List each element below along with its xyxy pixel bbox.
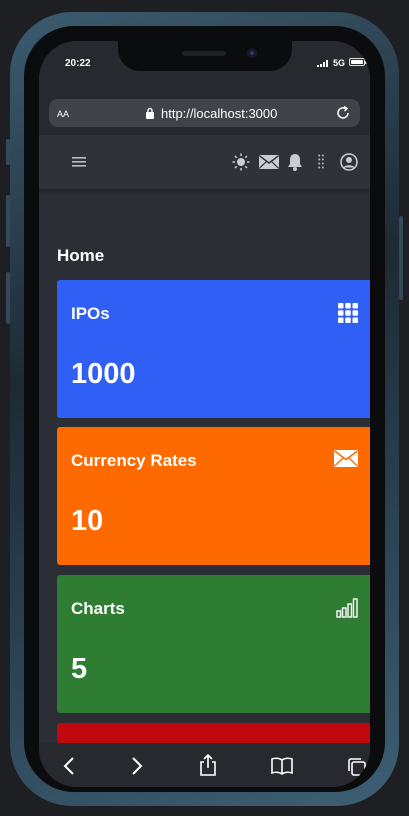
lock-icon — [146, 107, 154, 119]
power-button — [399, 216, 403, 300]
reload-icon[interactable] — [335, 105, 351, 121]
text-size-button[interactable]: AA — [57, 106, 69, 120]
speaker — [182, 51, 226, 56]
forward-chevron-icon[interactable] — [131, 757, 143, 775]
card-value: 5 — [71, 653, 88, 685]
network-label: 5G — [333, 58, 346, 68]
user-account-icon[interactable] — [340, 153, 358, 171]
envelope-icon — [334, 450, 358, 467]
card-partial[interactable] — [57, 723, 370, 743]
phone-bezel: 20:22 5G AA http://localhost:3000 Home I… — [24, 26, 385, 792]
sun-theme-icon[interactable] — [232, 153, 250, 171]
status-time: 20:22 — [65, 58, 91, 69]
bell-icon[interactable] — [287, 153, 303, 171]
phone-frame: 20:22 5G AA http://localhost:3000 Home I… — [10, 12, 399, 806]
bar-chart-icon — [336, 598, 358, 618]
signal-icon — [317, 60, 328, 67]
card-title: Charts — [71, 599, 125, 618]
hamburger-menu-icon[interactable] — [72, 156, 86, 168]
card-currency-rates[interactable]: Currency Rates 10 — [57, 427, 370, 565]
status-bar: 20:22 5G — [39, 41, 370, 85]
phone-screen: 20:22 5G AA http://localhost:3000 Home I… — [39, 41, 370, 787]
card-value: 10 — [71, 505, 104, 537]
page-title: Home — [57, 246, 105, 265]
envelope-icon[interactable] — [259, 155, 279, 169]
grid-icon — [338, 303, 358, 323]
url-text: http://localhost:3000 — [161, 106, 278, 121]
browser-address-area: AA http://localhost:3000 — [39, 85, 370, 135]
battery-icon — [349, 58, 367, 66]
share-icon[interactable] — [199, 754, 217, 776]
back-chevron-icon[interactable] — [63, 757, 75, 775]
address-bar[interactable]: AA http://localhost:3000 — [49, 99, 360, 127]
bookmarks-icon[interactable] — [271, 757, 293, 775]
tabs-icon[interactable] — [347, 757, 367, 777]
front-camera — [247, 48, 257, 58]
card-ipos[interactable]: IPOs 1000 — [57, 280, 370, 418]
notch — [118, 41, 292, 71]
card-title: IPOs — [71, 304, 110, 323]
card-title: Currency Rates — [71, 451, 197, 470]
app-navbar — [39, 135, 370, 189]
card-charts[interactable]: Charts 5 — [57, 575, 370, 713]
card-value: 1000 — [71, 358, 136, 390]
text-size-label: AA — [57, 109, 70, 119]
browser-toolbar — [39, 743, 370, 787]
apps-dots-icon[interactable] — [318, 154, 324, 171]
